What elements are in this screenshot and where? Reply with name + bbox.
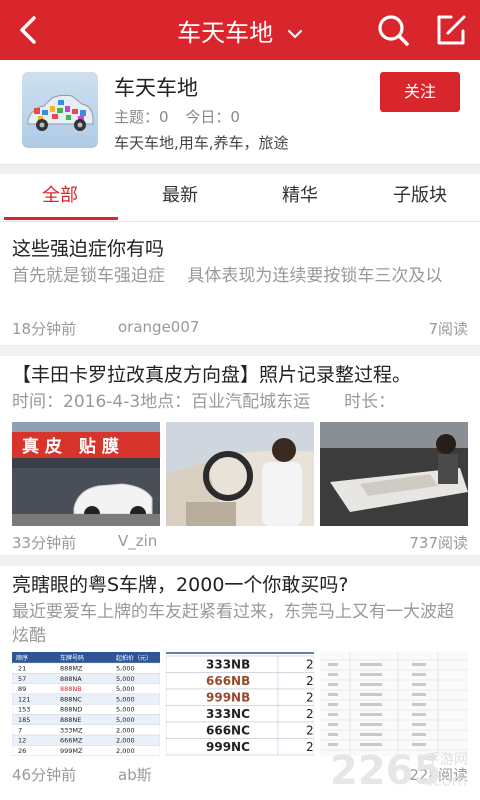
- table-cell: 888MZ: [60, 665, 83, 673]
- table-cell: 153: [18, 706, 30, 714]
- post-title[interactable]: 亮瞎眼的粤S车牌，2000一个你敢买吗?: [12, 570, 349, 597]
- post-image[interactable]: [320, 652, 468, 756]
- table-cell: 888NC: [60, 695, 82, 703]
- plate-number: 333NC: [206, 707, 250, 721]
- table-header-cell: 顺序: [16, 654, 28, 662]
- post-image[interactable]: 顺序 车牌号码 起拍价（元） 21 888MZ 5,000 57 888NA 5,000 89 88…: [12, 652, 160, 756]
- post-image[interactable]: [166, 422, 314, 526]
- post-meta: 33分钟前 V_zin 737阅读: [12, 532, 468, 552]
- plate-table-image: 顺序 车牌号码 起拍价（元） 21 888MZ 5,000 57 888NA 5,000 89 88…: [12, 652, 160, 756]
- plate-number: 666NC: [206, 724, 250, 738]
- chevron-down-icon: [287, 29, 302, 39]
- table-cell: 7: [18, 726, 22, 734]
- table-cell: 5,000: [116, 675, 135, 683]
- table-cell: 5,000: [116, 685, 135, 693]
- post-divider: [0, 556, 480, 566]
- forum-header: 车天车地 主题：0 今日：0 车天车地,用车,养车，旅途 关注: [0, 60, 480, 164]
- table-cell: 26: [18, 747, 26, 755]
- forum-avatar: [22, 72, 98, 148]
- table-cell: 2,000: [116, 747, 135, 755]
- table-cell: 5,000: [116, 706, 135, 714]
- plate-number: 333NB: [206, 658, 250, 672]
- follow-button[interactable]: 关注: [380, 72, 460, 112]
- plate-price-digit: 2: [306, 707, 314, 721]
- post-read-count: 7阅读: [428, 320, 468, 338]
- active-tab-indicator: [4, 217, 118, 220]
- post-time: 33分钟前: [12, 534, 77, 552]
- tab-latest[interactable]: 最新: [120, 174, 240, 220]
- post-title[interactable]: 这些强迫症你有吗: [12, 234, 164, 261]
- table-cell: 888NB: [60, 685, 82, 693]
- forum-stats: 主题：0 今日：0: [114, 106, 252, 127]
- table-cell: 12: [18, 737, 26, 745]
- post-time: 18分钟前: [12, 320, 77, 338]
- table-cell: 185: [18, 716, 30, 724]
- search-icon[interactable]: [376, 13, 410, 47]
- plate-number: 999NB: [206, 691, 250, 705]
- table-cell: 5,000: [116, 665, 135, 673]
- plate-price-digit: 2: [306, 740, 314, 754]
- post-author[interactable]: ab斯: [118, 764, 152, 785]
- plate-number: 999NC: [206, 740, 250, 754]
- post-meta: 18分钟前 orange007 7阅读: [12, 318, 468, 338]
- site-watermark: 2265 手游网 .com: [328, 744, 480, 794]
- post-image-row: 顺序 车牌号码 起拍价（元） 21 888MZ 5,000 57 888NA 5,000 89 88…: [12, 652, 468, 756]
- table-cell: 999MZ: [60, 747, 83, 755]
- table-cell: 666MZ: [60, 737, 83, 745]
- topics-count: 主题：0: [114, 108, 169, 126]
- post-image[interactable]: 真 皮 贴 膜: [12, 422, 160, 526]
- table-cell: 121: [18, 695, 30, 703]
- table-cell: 5,000: [116, 695, 135, 703]
- table-cell: 57: [18, 675, 26, 683]
- post-author[interactable]: orange007: [118, 318, 199, 336]
- tab-featured[interactable]: 精华: [240, 174, 360, 220]
- plate-price-digit: 2: [306, 691, 314, 705]
- tab-subforums[interactable]: 子版块: [360, 174, 480, 220]
- post-image[interactable]: [320, 422, 468, 526]
- table-cell: 89: [18, 685, 26, 693]
- table-cell: 2,000: [116, 726, 135, 734]
- post-time: 46分钟前: [12, 766, 77, 784]
- watermark-number: 2265: [330, 748, 441, 794]
- watermark-suffix: .com: [428, 771, 467, 790]
- plate-table-image: [320, 652, 468, 756]
- forum-description: 车天车地,用车,养车，旅途: [114, 134, 289, 152]
- forum-name: 车天车地: [114, 76, 198, 100]
- post-summary: 首先就是锁车强迫症 具体表现为连续要按锁车三次及以: [12, 266, 443, 286]
- section-divider: [0, 164, 480, 174]
- table-cell: 333MZ: [60, 726, 83, 734]
- post-item[interactable]: 【丰田卡罗拉改真皮方向盘】照片记录整过程。 时间：2016-4-3地点：百业汽配…: [0, 356, 480, 556]
- post-divider: [0, 346, 480, 356]
- plate-price-digit: 2: [306, 658, 314, 672]
- compose-icon[interactable]: [434, 13, 468, 47]
- post-summary: 最近要爱车上牌的车友赶紧看过来，东莞马上又有一大波超炫酷: [12, 602, 454, 646]
- post-image[interactable]: 333NB 2 666NB 2 999NB 2 333NC 2 666NC 2 999NC 2: [166, 652, 314, 756]
- table-cell: 888NA: [60, 675, 82, 683]
- post-author[interactable]: V_zin: [118, 532, 157, 550]
- today-count: 今日：0: [185, 108, 240, 126]
- plate-number: 666NB: [206, 674, 250, 688]
- tab-bar: 全部 最新 精华 子版块: [0, 174, 480, 222]
- plate-price-digit: 2: [306, 724, 314, 738]
- post-item[interactable]: 这些强迫症你有吗 首先就是锁车强迫症 具体表现为连续要按锁车三次及以 18分钟前…: [0, 222, 480, 346]
- car-illustration: [27, 94, 94, 131]
- top-bar: 车天车地: [0, 0, 480, 60]
- post-summary: 时间：2016-4-3地点：百业汽配城东运 时长：: [12, 392, 396, 412]
- post-title[interactable]: 【丰田卡罗拉改真皮方向盘】照片记录整过程。: [12, 360, 411, 387]
- table-cell: 21: [18, 665, 26, 673]
- plate-table-image: 333NB 2 666NB 2 999NB 2 333NC 2 666NC 2 999NC 2: [166, 652, 314, 756]
- shop-sign-text: 真 皮 贴 膜: [22, 436, 119, 457]
- watermark-site: 手游网: [426, 752, 468, 768]
- post-read-count: 737阅读: [409, 534, 468, 552]
- table-cell: 2,000: [116, 737, 135, 745]
- table-header-cell: 车牌号码: [60, 654, 84, 662]
- table-cell: 888ND: [60, 706, 82, 714]
- table-header-cell: 起拍价（元）: [116, 654, 152, 662]
- page-title: 车天车地: [177, 19, 274, 47]
- plate-price-digit: 2: [306, 674, 314, 688]
- table-cell: 888NE: [60, 716, 81, 724]
- tab-all[interactable]: 全部: [0, 174, 120, 220]
- post-image-row: 真 皮 贴 膜: [12, 422, 468, 526]
- table-cell: 5,000: [116, 716, 135, 724]
